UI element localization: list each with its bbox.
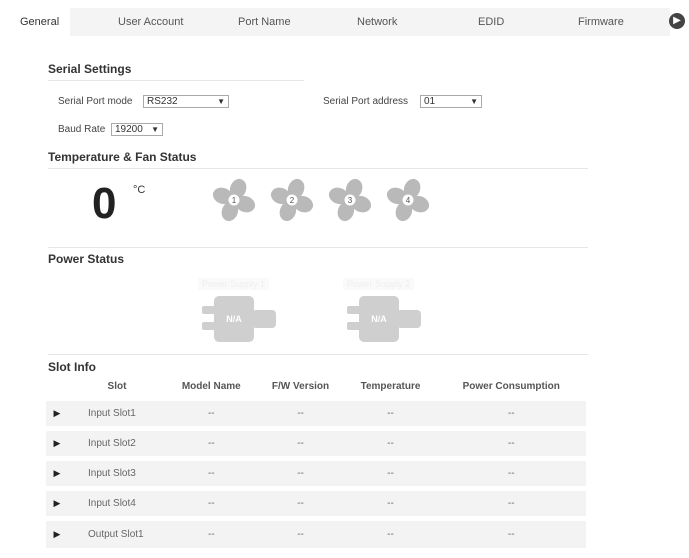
slot-name-cell: Input Slot2 [68,425,166,458]
baud-rate-select[interactable]: 19200 ▼ [111,123,163,136]
serial-port-mode-select[interactable]: RS232 ▼ [143,95,229,108]
model-name-cell: -- [166,485,257,518]
model-name-cell: -- [166,455,257,488]
power-consumption-cell: -- [436,395,586,428]
temperature-cell: -- [344,425,437,458]
model-name-cell: -- [166,515,257,548]
divider [48,354,588,355]
dropdown-arrow-icon: ▼ [470,97,478,106]
model-name-cell: -- [166,395,257,428]
serial-port-mode-label: Serial Port mode [58,96,133,107]
slot-name-cell: Input Slot3 [68,455,166,488]
power-consumption-cell: -- [436,425,586,458]
table-row[interactable]: ▶ Input Slot4 -- -- -- -- [46,485,586,518]
expand-arrow-icon[interactable]: ▶ [46,395,68,428]
power-supply-1-label: Power Supply 1 [198,278,270,290]
temperature-unit: °C [133,184,146,196]
fan-number: 2 [290,196,295,205]
fan-number: 3 [348,196,353,205]
power-consumption-cell: -- [436,485,586,518]
dropdown-arrow-icon: ▼ [151,125,159,134]
temperature-cell: -- [344,455,437,488]
chevron-right-icon[interactable]: ▶ [669,13,685,29]
divider [48,168,588,169]
serial-port-address-select[interactable]: 01 ▼ [420,95,482,108]
tab-bar: General User Account Port Name Network E… [0,0,689,44]
serial-port-mode-value: RS232 [147,96,178,107]
table-row[interactable]: ▶ Input Slot3 -- -- -- -- [46,455,586,488]
expand-arrow-icon[interactable]: ▶ [46,515,68,548]
fan-3-icon: 3 [328,178,372,222]
power-status-title: Power Status [48,252,125,266]
fw-version-cell: -- [256,485,345,518]
temperature-value: 0 [92,179,117,228]
column-header-toggle [46,378,68,398]
fw-version-cell: -- [256,395,345,428]
fw-version-cell: -- [256,515,345,548]
model-name-cell: -- [166,425,257,458]
table-row[interactable]: ▶ Output Slot1 -- -- -- -- [46,515,586,548]
divider [48,247,588,248]
serial-settings-title: Serial Settings [48,62,132,76]
fan-4-icon: 4 [386,178,430,222]
table-row[interactable]: ▶ Input Slot2 -- -- -- -- [46,425,586,458]
power-supply-1-badge: N/A [226,314,242,324]
slot-name-cell: Input Slot1 [68,395,166,428]
slot-info-title: Slot Info [48,360,96,374]
slot-info-table: Slot Model Name F/W Version Temperature … [46,378,586,548]
expand-arrow-icon[interactable]: ▶ [46,455,68,488]
fan-number: 1 [232,196,237,205]
fw-version-cell: -- [256,455,345,488]
power-supply-2-icon: N/A [347,296,421,342]
dropdown-arrow-icon: ▼ [217,97,225,106]
slot-name-cell: Output Slot1 [68,515,166,548]
column-header-temperature: Temperature [360,381,421,393]
table-header-row: Slot Model Name F/W Version Temperature … [46,378,586,398]
tab-edid[interactable]: EDID [478,16,504,28]
column-header-power-consumption: Power Consumption [462,381,560,393]
slot-name-cell: Input Slot4 [68,485,166,518]
table-row[interactable]: ▶ Input Slot1 -- -- -- -- [46,395,586,428]
tab-general[interactable]: General [20,16,59,28]
column-header-model-name: Model Name [181,381,241,393]
power-supply-2-badge: N/A [371,314,387,324]
expand-arrow-icon[interactable]: ▶ [46,425,68,458]
power-consumption-cell: -- [436,455,586,488]
power-supply-2-label: Power Supply 2 [343,278,415,290]
column-header-fw-version: F/W Version [271,381,330,393]
fw-version-cell: -- [256,425,345,458]
power-supply-1-icon: N/A [202,296,276,342]
power-consumption-cell: -- [436,515,586,548]
fan-1-icon: 1 [212,178,256,222]
fan-number: 4 [406,196,411,205]
column-header-slot: Slot [107,381,127,393]
tab-port-name[interactable]: Port Name [238,16,291,28]
expand-arrow-icon[interactable]: ▶ [46,485,68,518]
fan-2-icon: 2 [270,178,314,222]
temperature-cell: -- [344,515,437,548]
serial-port-address-value: 01 [424,96,436,107]
tab-firmware[interactable]: Firmware [578,16,624,28]
serial-port-address-label: Serial Port address [323,96,409,107]
baud-rate-label: Baud Rate [58,124,106,135]
temperature-fan-title: Temperature & Fan Status [48,150,197,164]
tab-user-account[interactable]: User Account [118,16,183,28]
baud-rate-value: 19200 [115,124,143,135]
tab-network[interactable]: Network [357,16,397,28]
temperature-cell: -- [344,485,437,518]
temperature-cell: -- [344,395,437,428]
divider [48,80,304,81]
